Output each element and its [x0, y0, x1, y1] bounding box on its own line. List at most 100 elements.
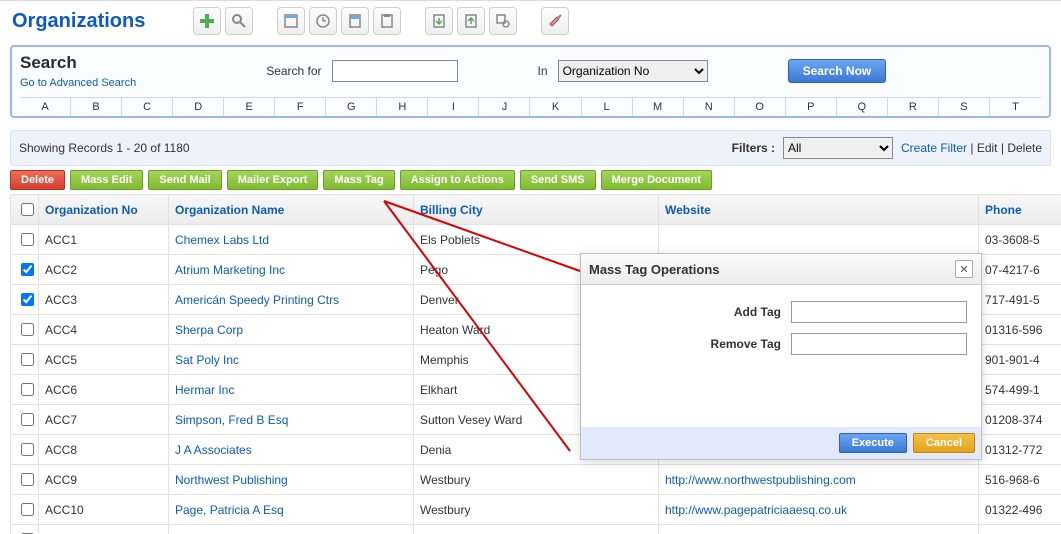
settings-icon[interactable]	[541, 7, 569, 35]
cell-phone: 01316-596	[979, 315, 1061, 345]
alpha-B[interactable]: B	[71, 98, 122, 116]
col-phone[interactable]: Phone	[979, 195, 1061, 225]
col-orgno[interactable]: Organization No	[39, 195, 169, 225]
cell-orgno: ACC4	[39, 315, 169, 345]
row-checkbox[interactable]	[21, 473, 34, 486]
export-up-icon[interactable]	[457, 7, 485, 35]
page-title: Organizations	[12, 10, 145, 33]
alpha-N[interactable]: N	[684, 98, 735, 116]
assign-actions-button[interactable]: Assign to Actions	[400, 170, 515, 190]
find-dup-icon[interactable]	[489, 7, 517, 35]
cell-orgname[interactable]: Atrium Marketing Inc	[169, 255, 414, 285]
row-checkbox[interactable]	[21, 413, 34, 426]
cell-orgname[interactable]: J A Associates	[169, 435, 414, 465]
cell-phone: 901-901-4	[979, 345, 1061, 375]
cell-orgname[interactable]: Northwest Publishing	[169, 465, 414, 495]
alpha-Q[interactable]: Q	[837, 98, 888, 116]
clock-icon[interactable]	[309, 7, 337, 35]
row-checkbox[interactable]	[21, 263, 34, 276]
import-icon[interactable]	[277, 7, 305, 35]
col-checkbox	[11, 195, 39, 225]
row-checkbox[interactable]	[21, 383, 34, 396]
close-icon[interactable]: ✕	[955, 260, 973, 278]
search-now-button[interactable]: Search Now	[788, 59, 887, 83]
calculator-icon[interactable]	[341, 7, 369, 35]
row-checkbox[interactable]	[21, 233, 34, 246]
cell-website[interactable]: http://www.northwestpublishing.com	[659, 465, 979, 495]
create-filter-link[interactable]: Create Filter	[901, 141, 967, 155]
add-tag-input[interactable]	[791, 301, 967, 323]
cell-phone: 01208-374	[979, 405, 1061, 435]
cell-orgname[interactable]: Americán Speedy Printing Ctrs	[169, 285, 414, 315]
cancel-button[interactable]: Cancel	[913, 433, 975, 453]
cell-website	[659, 225, 979, 255]
alpha-H[interactable]: H	[377, 98, 428, 116]
send-sms-button[interactable]: Send SMS	[520, 170, 596, 190]
advanced-search-link[interactable]: Go to Advanced Search	[20, 77, 136, 89]
alpha-E[interactable]: E	[224, 98, 275, 116]
cell-website[interactable]: http://www.pagepatriciaaesq.co.uk	[659, 495, 979, 525]
alpha-K[interactable]: K	[530, 98, 581, 116]
cell-orgno: ACC7	[39, 405, 169, 435]
delete-filter-link[interactable]: Delete	[1007, 141, 1042, 155]
search-in-select[interactable]: Organization No	[558, 60, 708, 82]
cell-phone: 07-4217-6	[979, 255, 1061, 285]
alpha-S[interactable]: S	[939, 98, 990, 116]
cell-orgname[interactable]: Sat Poly Inc	[169, 345, 414, 375]
alpha-T[interactable]: T	[990, 98, 1041, 116]
alpha-J[interactable]: J	[479, 98, 530, 116]
cell-orgname[interactable]: Chemex Labs Ltd	[169, 225, 414, 255]
col-city[interactable]: Billing City	[414, 195, 659, 225]
alpha-P[interactable]: P	[786, 98, 837, 116]
records-text: Showing Records 1 - 20 of 1180	[19, 141, 190, 155]
search-icon[interactable]	[225, 7, 253, 35]
row-checkbox[interactable]	[21, 323, 34, 336]
alpha-G[interactable]: G	[326, 98, 377, 116]
search-panel: Search Go to Advanced Search Search for …	[10, 45, 1051, 118]
alpha-F[interactable]: F	[275, 98, 326, 116]
cell-city: Westbury	[414, 465, 659, 495]
cell-orgno: ACC2	[39, 255, 169, 285]
cell-orgname[interactable]: Sherpa Corp	[169, 315, 414, 345]
col-website[interactable]: Website	[659, 195, 979, 225]
cell-city: Els Poblets	[414, 225, 659, 255]
add-icon[interactable]	[193, 7, 221, 35]
remove-tag-input[interactable]	[791, 333, 967, 355]
cell-orgno: ACC8	[39, 435, 169, 465]
alpha-A[interactable]: A	[20, 98, 71, 116]
alpha-M[interactable]: M	[633, 98, 684, 116]
clipboard-icon[interactable]	[373, 7, 401, 35]
dialog-title: Mass Tag Operations	[589, 262, 720, 277]
cell-orgno: ACC6	[39, 375, 169, 405]
alpha-L[interactable]: L	[582, 98, 633, 116]
search-for-label: Search for	[266, 64, 321, 78]
cell-phone: 01312-772	[979, 435, 1061, 465]
cell-orgname[interactable]: Page, Patricia A Esq	[169, 495, 414, 525]
cell-orgname[interactable]: Simpson, Fred B Esq	[169, 405, 414, 435]
cell-orgno: ACC3	[39, 285, 169, 315]
alpha-D[interactable]: D	[173, 98, 224, 116]
edit-filter-link[interactable]: Edit	[977, 141, 998, 155]
cell-orgname[interactable]: Hermar Inc	[169, 375, 414, 405]
row-checkbox[interactable]	[21, 293, 34, 306]
mass-tag-dialog: Mass Tag Operations ✕ Add Tag Remove Tag…	[580, 253, 982, 460]
alpha-R[interactable]: R	[888, 98, 939, 116]
row-checkbox[interactable]	[21, 503, 34, 516]
select-all-checkbox[interactable]	[21, 203, 34, 216]
merge-document-button[interactable]: Merge Document	[601, 170, 712, 190]
delete-button[interactable]: Delete	[10, 170, 65, 190]
send-mail-button[interactable]: Send Mail	[148, 170, 221, 190]
execute-button[interactable]: Execute	[839, 433, 907, 453]
search-input[interactable]	[332, 60, 458, 82]
col-orgname[interactable]: Organization Name	[169, 195, 414, 225]
mailer-export-button[interactable]: Mailer Export	[227, 170, 319, 190]
alpha-C[interactable]: C	[122, 98, 173, 116]
mass-edit-button[interactable]: Mass Edit	[70, 170, 143, 190]
row-checkbox[interactable]	[21, 443, 34, 456]
mass-tag-button[interactable]: Mass Tag	[323, 170, 394, 190]
alpha-O[interactable]: O	[735, 98, 786, 116]
row-checkbox[interactable]	[21, 353, 34, 366]
filters-select[interactable]: All	[783, 137, 893, 159]
export-down-icon[interactable]	[425, 7, 453, 35]
alpha-I[interactable]: I	[428, 98, 479, 116]
